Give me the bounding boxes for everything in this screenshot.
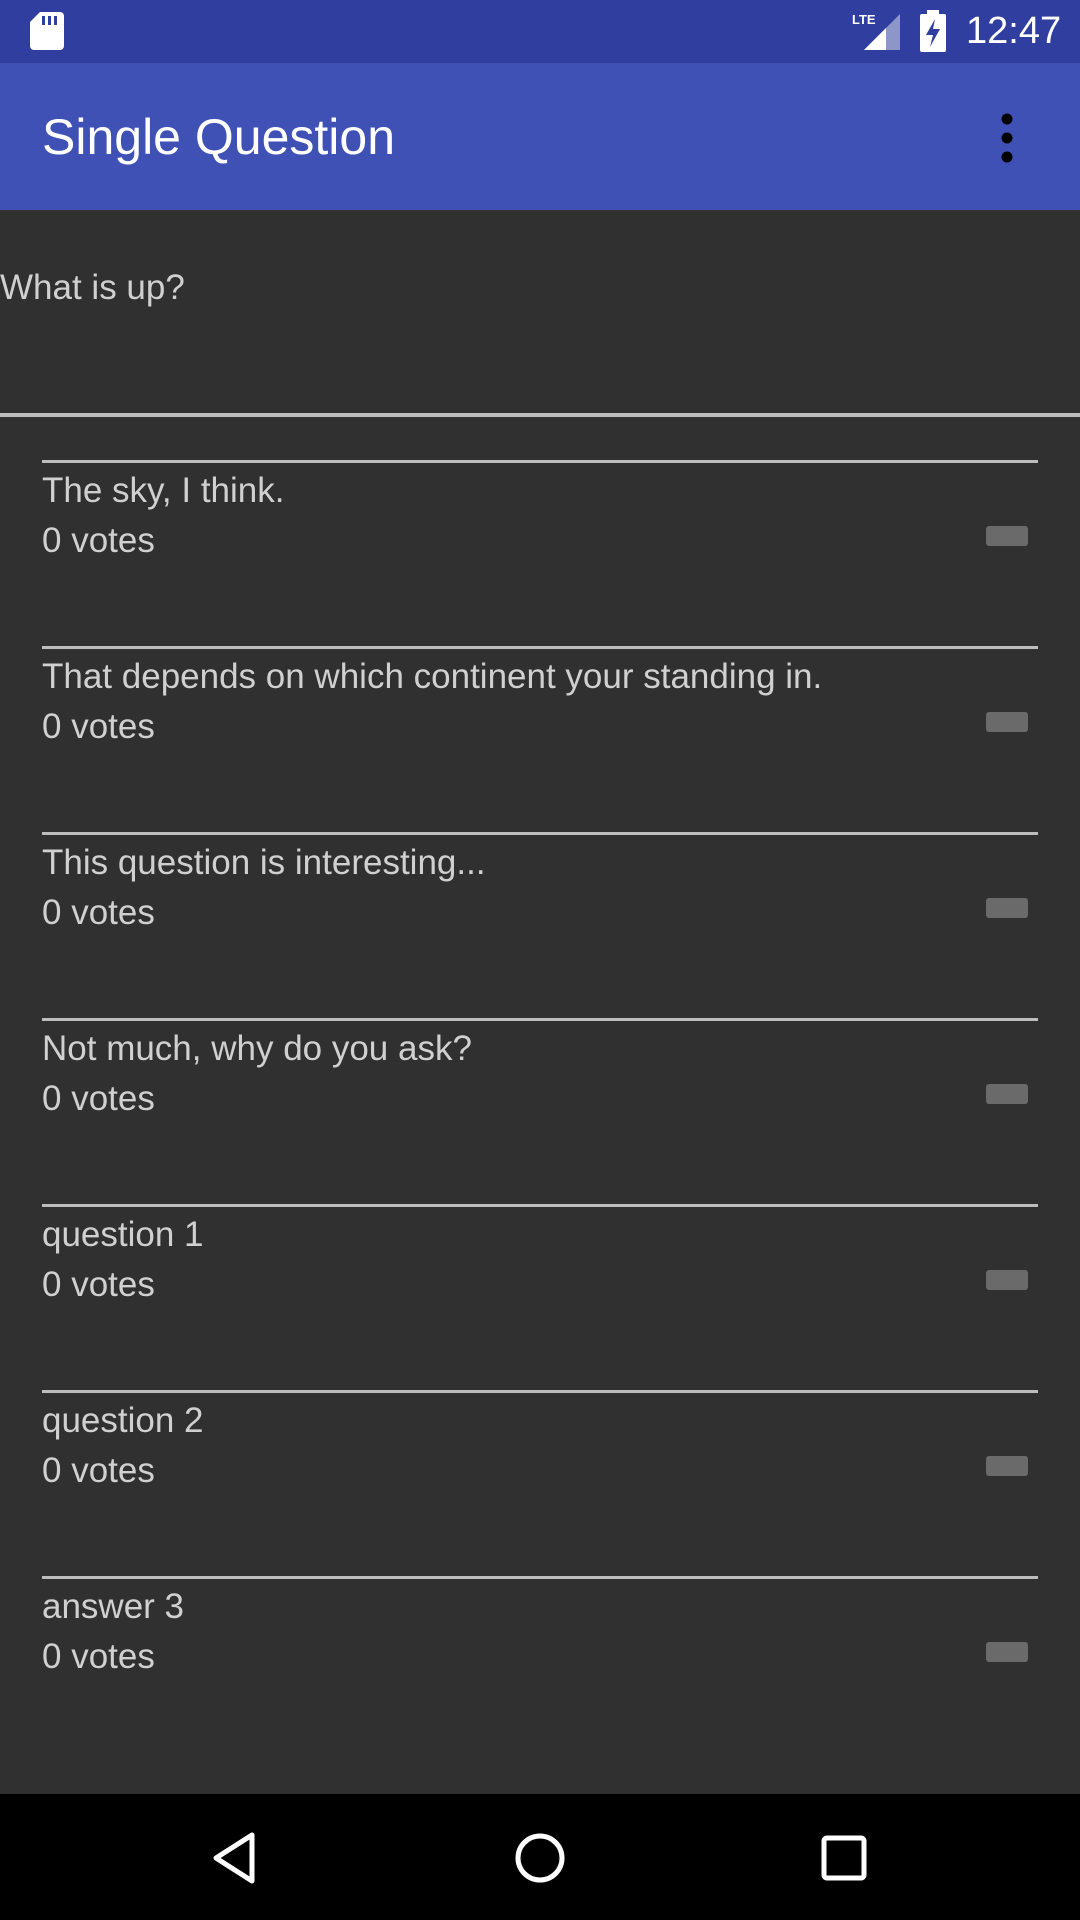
question-divider (0, 413, 1080, 417)
vote-button[interactable] (986, 898, 1028, 918)
answer-item[interactable]: question 2 0 votes (42, 1390, 1038, 1576)
answer-divider (42, 646, 1038, 649)
question-text: What is up? (0, 268, 185, 307)
answer-text: question 2 (42, 1401, 204, 1440)
more-vert-icon[interactable] (982, 111, 1032, 165)
page-title: Single Question (42, 109, 396, 165)
status-clock: 12:47 (966, 10, 1062, 52)
vote-button[interactable] (986, 1270, 1028, 1290)
answer-divider (42, 1390, 1038, 1393)
vote-button[interactable] (986, 1642, 1028, 1662)
answer-item[interactable]: answer 3 0 votes (42, 1576, 1038, 1762)
vote-count: 0 votes (42, 707, 155, 746)
back-icon[interactable] (208, 1830, 264, 1886)
vote-count: 0 votes (42, 893, 155, 932)
answer-text: Not much, why do you ask? (42, 1029, 472, 1068)
recents-icon[interactable] (816, 1830, 872, 1886)
answer-divider (42, 1576, 1038, 1579)
lte-signal-icon: LTE (852, 12, 900, 50)
answer-item[interactable]: question 1 0 votes (42, 1204, 1038, 1390)
answer-item[interactable]: This question is interesting... 0 votes (42, 832, 1038, 1018)
answer-item[interactable]: That depends on which continent your sta… (42, 646, 1038, 832)
svg-text:LTE: LTE (852, 12, 876, 27)
battery-charging-icon (920, 10, 946, 52)
vote-count: 0 votes (42, 1637, 155, 1676)
vote-count: 0 votes (42, 521, 155, 560)
vote-count: 0 votes (42, 1079, 155, 1118)
status-bar: LTE 12:47 (0, 0, 1080, 63)
answer-divider (42, 832, 1038, 835)
navigation-bar (0, 1794, 1080, 1920)
vote-button[interactable] (986, 712, 1028, 732)
app-bar: Single Question (0, 63, 1080, 210)
answer-item[interactable]: Not much, why do you ask? 0 votes (42, 1018, 1038, 1204)
answer-text: The sky, I think. (42, 471, 285, 510)
answer-text: That depends on which continent your sta… (42, 657, 823, 696)
vote-count: 0 votes (42, 1451, 155, 1490)
answer-text: answer 3 (42, 1587, 185, 1626)
answer-text: This question is interesting... (42, 843, 486, 882)
answer-item[interactable]: The sky, I think. 0 votes (42, 460, 1038, 646)
vote-button[interactable] (986, 1456, 1028, 1476)
answer-divider (42, 1204, 1038, 1207)
answer-divider (42, 460, 1038, 463)
vote-count: 0 votes (42, 1265, 155, 1304)
sd-card-icon (30, 12, 64, 50)
home-icon[interactable] (512, 1830, 568, 1886)
vote-button[interactable] (986, 1084, 1028, 1104)
answer-divider (42, 1018, 1038, 1021)
answer-text: question 1 (42, 1215, 204, 1254)
vote-button[interactable] (986, 526, 1028, 546)
